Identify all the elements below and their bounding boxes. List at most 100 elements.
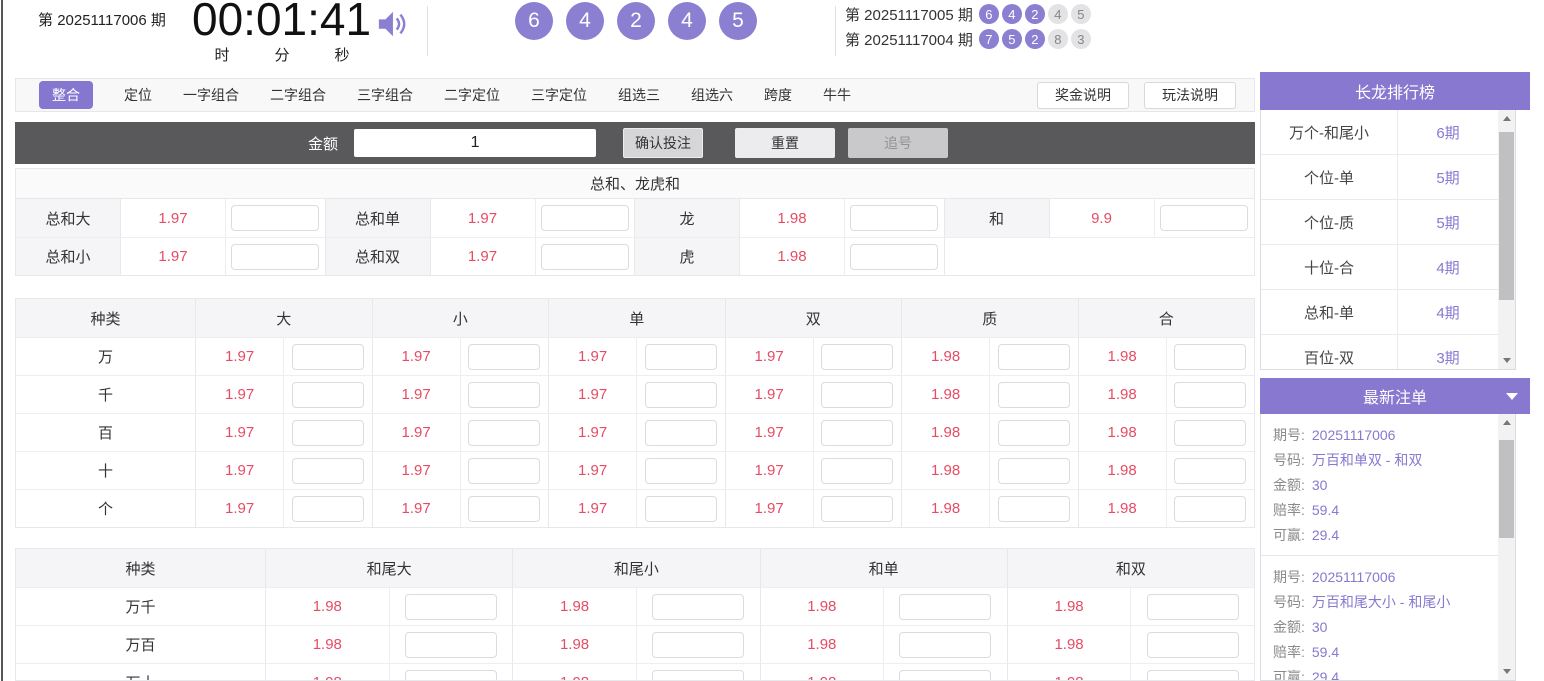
bet-odds: 1.98 xyxy=(266,664,390,681)
scrollbar[interactable] xyxy=(1498,414,1515,680)
bet-amount-input[interactable] xyxy=(405,594,497,620)
bet-amount-input[interactable] xyxy=(1147,670,1239,681)
bet-label: 总和双 xyxy=(326,238,431,275)
sound-icon[interactable] xyxy=(376,9,408,39)
bet-amount-input[interactable] xyxy=(1174,458,1246,484)
table-row: 十1.971.971.971.971.981.98 xyxy=(16,451,1254,489)
bet-amount-input[interactable] xyxy=(998,458,1070,484)
bet-odds: 1.97 xyxy=(726,414,814,451)
bet-amount-input[interactable] xyxy=(468,458,540,484)
bet-amount-input[interactable] xyxy=(645,382,717,408)
amount-input[interactable] xyxy=(354,129,596,157)
bet-amount-input[interactable] xyxy=(652,632,744,658)
bet-amount-input[interactable] xyxy=(541,205,629,231)
bet-amount-input[interactable] xyxy=(645,496,717,522)
result-ball: 5 xyxy=(719,2,757,40)
bet-amount-input[interactable] xyxy=(468,344,540,370)
bet-amount-input[interactable] xyxy=(821,344,893,370)
bet-cell-group: 龙1.98 xyxy=(635,199,945,237)
chevron-down-icon[interactable] xyxy=(1506,393,1518,400)
play-tab[interactable]: 整合 xyxy=(39,81,93,109)
history-ball: 2 xyxy=(1025,29,1045,49)
bet-amount-input[interactable] xyxy=(652,670,744,681)
chase-number-button[interactable]: 追号 xyxy=(848,128,948,158)
bet-amount-input[interactable] xyxy=(405,632,497,658)
play-tab[interactable]: 三字定位 xyxy=(531,85,587,105)
bet-amount-input[interactable] xyxy=(292,382,364,408)
help-button[interactable]: 玩法说明 xyxy=(1144,82,1236,109)
bet-amount-input[interactable] xyxy=(1147,632,1239,658)
bet-amount-input[interactable] xyxy=(405,670,497,681)
bet-amount-input[interactable] xyxy=(231,244,319,270)
bet-amount-input[interactable] xyxy=(468,382,540,408)
bet-amount-input[interactable] xyxy=(998,382,1070,408)
tab-bar-items: 整合 定位 一字组合 二字组合 三字组合 二字定位 三字定位 组选三 组选六 跨度 牛牛 xyxy=(16,81,1037,109)
bet-amount-input[interactable] xyxy=(468,496,540,522)
bet-amount-input[interactable] xyxy=(541,244,629,270)
bet-input-cell xyxy=(284,452,371,489)
bet-amount-input[interactable] xyxy=(821,382,893,408)
play-tab[interactable]: 二字定位 xyxy=(444,85,500,105)
scroll-thumb[interactable] xyxy=(1499,132,1514,300)
countdown-timer: 00:01:41 xyxy=(192,0,371,45)
bet-cell-group: 1.98 xyxy=(761,588,1008,625)
row-label: 个 xyxy=(16,490,196,527)
bet-amount-input[interactable] xyxy=(1174,382,1246,408)
bet-amount-input[interactable] xyxy=(821,496,893,522)
bet-input-cell xyxy=(884,626,1007,663)
scrollbar[interactable] xyxy=(1498,110,1515,369)
bet-amount-input[interactable] xyxy=(899,632,991,658)
play-tab[interactable]: 三字组合 xyxy=(357,85,413,105)
bet-label: 总和单 xyxy=(326,199,431,237)
confirm-bet-button[interactable]: 确认投注 xyxy=(623,128,703,158)
scroll-thumb[interactable] xyxy=(1499,440,1514,538)
history-ball: 4 xyxy=(1002,4,1022,24)
bet-amount-input[interactable] xyxy=(1174,496,1246,522)
bet-amount-input[interactable] xyxy=(1174,420,1246,446)
history-ball: 8 xyxy=(1048,29,1068,49)
bet-amount-input[interactable] xyxy=(998,420,1070,446)
play-tab[interactable]: 一字组合 xyxy=(183,85,239,105)
result-ball: 4 xyxy=(566,2,604,40)
bet-amount-input[interactable] xyxy=(821,458,893,484)
bet-amount-input[interactable] xyxy=(821,420,893,446)
bet-amount-input[interactable] xyxy=(645,458,717,484)
play-tab[interactable]: 组选六 xyxy=(691,85,733,105)
bet-amount-input[interactable] xyxy=(899,594,991,620)
bet-amount-input[interactable] xyxy=(1174,344,1246,370)
bet-amount-input[interactable] xyxy=(231,205,319,231)
bet-amount-input[interactable] xyxy=(292,458,364,484)
bet-amount-input[interactable] xyxy=(998,496,1070,522)
play-tab[interactable]: 二字组合 xyxy=(270,85,326,105)
bet-label: 龙 xyxy=(635,199,740,237)
play-tab[interactable]: 定位 xyxy=(124,85,152,105)
bet-amount-input[interactable] xyxy=(998,344,1070,370)
bet-field-value: 万百和尾大小 - 和尾小 xyxy=(1312,592,1450,612)
bet-amount-input[interactable] xyxy=(899,670,991,681)
help-button[interactable]: 奖金说明 xyxy=(1037,82,1129,109)
scroll-up-button[interactable] xyxy=(1498,110,1515,127)
bet-amount-input[interactable] xyxy=(645,344,717,370)
scroll-up-button[interactable] xyxy=(1498,414,1515,431)
play-tab[interactable]: 组选三 xyxy=(618,85,660,105)
bet-input-cell xyxy=(226,238,326,275)
reset-button[interactable]: 重置 xyxy=(735,128,835,158)
bet-cell-group: 1.98 xyxy=(513,664,760,681)
bet-amount-input[interactable] xyxy=(468,420,540,446)
current-issue: 第 20251117006 期 xyxy=(38,9,166,30)
bet-amount-input[interactable] xyxy=(652,594,744,620)
column-header: 和双 xyxy=(1008,549,1254,587)
bet-amount-input[interactable] xyxy=(850,244,938,270)
bet-amount-input[interactable] xyxy=(1160,205,1248,231)
section-title: 总和、龙虎和 xyxy=(16,169,1254,199)
bet-amount-input[interactable] xyxy=(292,496,364,522)
play-tab[interactable]: 牛牛 xyxy=(823,85,851,105)
play-tab[interactable]: 跨度 xyxy=(764,85,792,105)
bet-amount-input[interactable] xyxy=(645,420,717,446)
scroll-down-button[interactable] xyxy=(1498,663,1515,680)
bet-amount-input[interactable] xyxy=(850,205,938,231)
bet-amount-input[interactable] xyxy=(1147,594,1239,620)
bet-amount-input[interactable] xyxy=(292,344,364,370)
bet-amount-input[interactable] xyxy=(292,420,364,446)
scroll-down-button[interactable] xyxy=(1498,352,1515,369)
